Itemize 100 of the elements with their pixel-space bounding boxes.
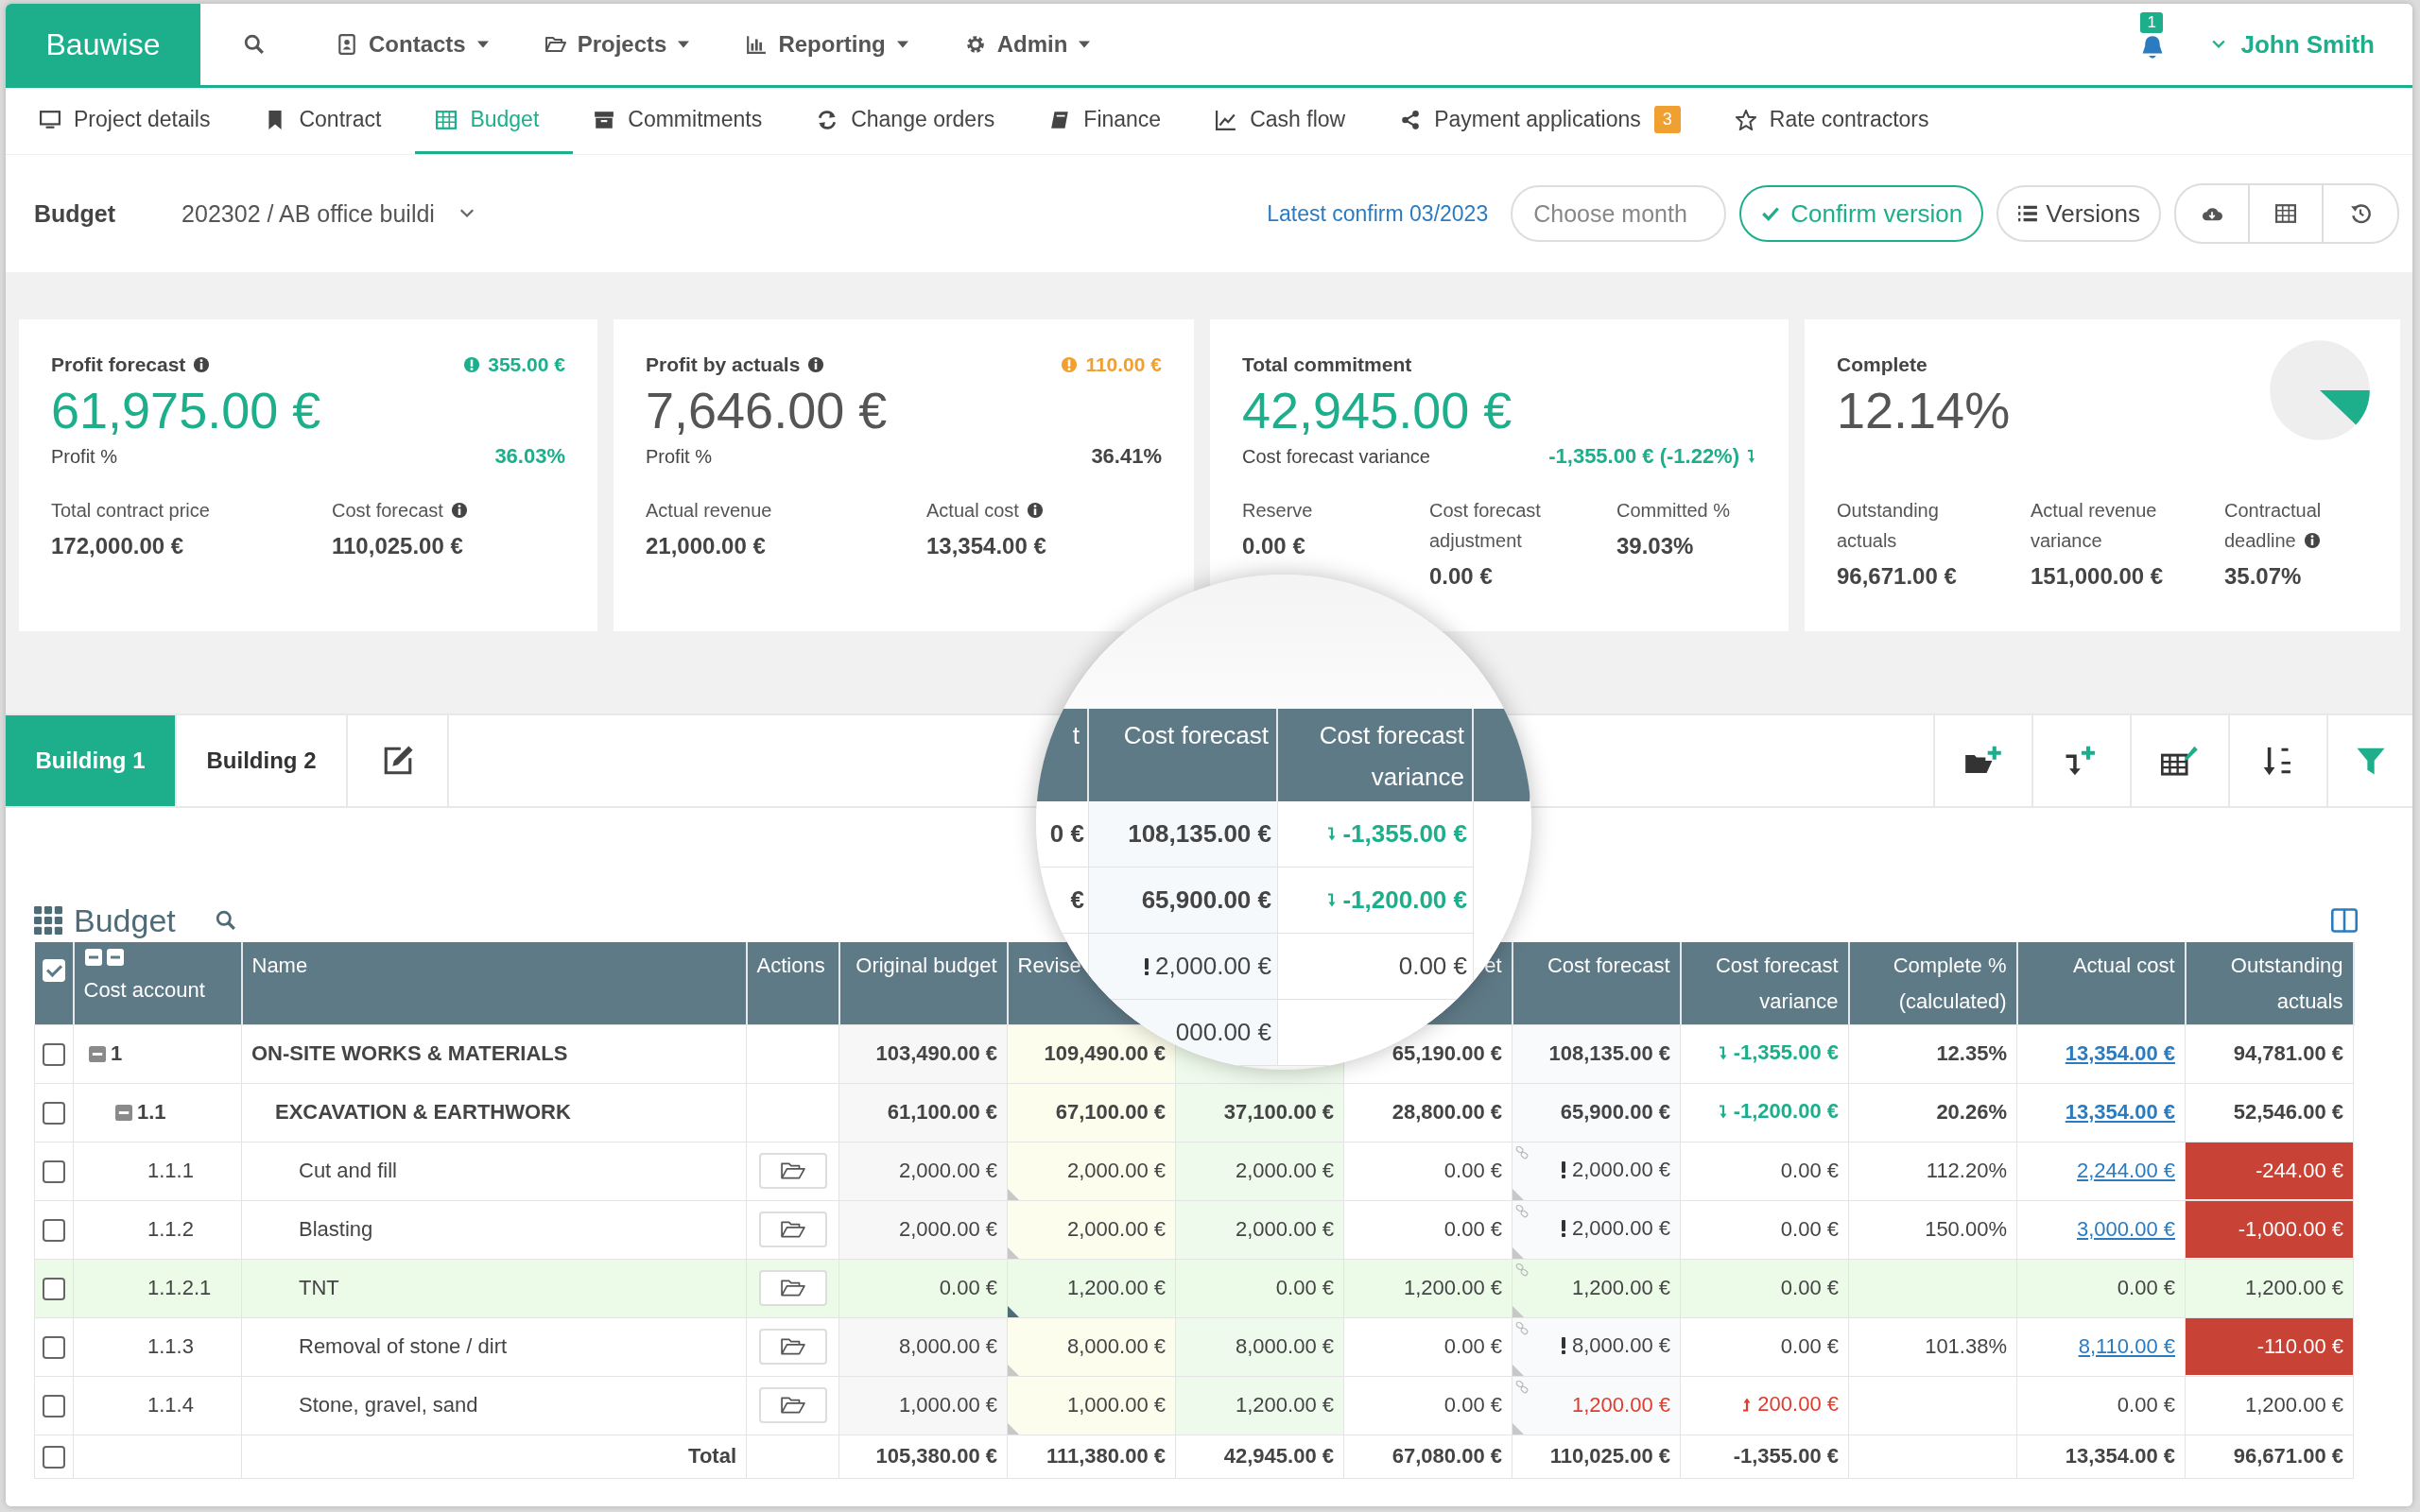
table-cell: 150.00% <box>1925 1217 2007 1241</box>
nav-menu[interactable]: Projects <box>516 31 718 58</box>
table-pencil-icon <box>2161 745 2199 777</box>
folder-button[interactable] <box>758 1270 827 1306</box>
collapse-icon[interactable] <box>89 1044 107 1063</box>
metric-label: Cost forecast adjustment <box>1429 500 1541 551</box>
checkbox[interactable] <box>43 1102 65 1125</box>
table-cell: 108,135.00 € <box>1548 1041 1670 1066</box>
metric-label: Profit % <box>646 445 714 468</box>
page-label: Budget <box>34 199 116 228</box>
folder-button[interactable] <box>758 1329 827 1365</box>
folder-button[interactable] <box>758 1211 827 1247</box>
collapse-icon[interactable] <box>115 1103 133 1122</box>
tab[interactable]: Contract <box>244 88 416 154</box>
metric-label: Actual revenue variance <box>2031 500 2157 551</box>
nav-menu[interactable]: Admin <box>936 31 1119 58</box>
table-cell: 37,100.00 € <box>1223 1100 1334 1124</box>
tab[interactable]: Finance <box>1028 88 1196 154</box>
checkbox[interactable] <box>43 1160 65 1184</box>
table-cell: 2,000.00 € <box>1236 1159 1334 1182</box>
folder-button[interactable] <box>758 1387 827 1423</box>
monitor-icon <box>40 109 60 130</box>
nav-menu[interactable]: Contacts <box>308 31 517 58</box>
table-cell: -1,000.00 € <box>2186 1201 2353 1258</box>
checkbox[interactable] <box>43 1278 65 1301</box>
table-cell: 103,490.00 € <box>875 1041 997 1065</box>
tab[interactable]: Project details <box>19 88 245 154</box>
corner-mark-icon <box>1512 1364 1524 1376</box>
table-cell: 1,200.00 € <box>1067 1276 1166 1299</box>
table-cell: 52,546.00 € <box>2233 1100 2343 1124</box>
tab[interactable]: Rate contractors <box>1714 88 1963 154</box>
table-cell: -1,355.00 € <box>1342 819 1467 849</box>
table-cell: 1.1.4 <box>147 1393 194 1418</box>
checkbox[interactable] <box>43 1336 65 1360</box>
tab[interactable]: Payment applications 3 <box>1379 88 1715 154</box>
folder-button[interactable] <box>758 1153 827 1189</box>
table-cell-text: Removal of stone / dirt <box>298 1334 508 1358</box>
search-icon[interactable] <box>244 34 265 55</box>
metric-label: Profit % <box>51 445 119 468</box>
card-title: Complete <box>1837 353 1927 376</box>
column-header: Original budget <box>856 954 997 977</box>
month-field[interactable]: Choose month <box>1511 185 1727 242</box>
table-cell: 1.1.2.1 <box>147 1276 212 1300</box>
card-title: Profit forecast <box>51 353 186 376</box>
metric-value: 13,354.00 € <box>926 533 1047 559</box>
building-tab[interactable]: Building 2 <box>177 715 348 806</box>
checkbox[interactable] <box>43 1446 65 1469</box>
collapse-all-icon[interactable] <box>83 948 126 967</box>
table-cell: 0 € <box>1049 819 1084 849</box>
checkbox[interactable] <box>43 1395 65 1418</box>
link-icon <box>1515 1145 1529 1160</box>
table-cell: 61,100.00 € <box>887 1100 997 1124</box>
tab[interactable]: Change orders <box>796 88 1029 154</box>
table-cell: 105,380.00 € <box>875 1444 997 1468</box>
table-cell: 200.00 € <box>1757 1392 1839 1418</box>
metric-value: 36.41% <box>1091 444 1162 469</box>
table-cell: 13,354.00 € <box>2065 1444 2175 1468</box>
metric-value: 110,025.00 € <box>332 533 464 559</box>
metric-value: 0.00 € <box>1429 563 1494 590</box>
metric-label: Reserve <box>1242 500 1313 521</box>
table-cell: 67,100.00 € <box>1055 1100 1166 1124</box>
columns-icon[interactable] <box>2331 908 2358 933</box>
table-cell: 0.00 € <box>1443 1159 1502 1182</box>
table-cell: 0.00 € <box>1780 1334 1839 1359</box>
card-title: Total commitment <box>1242 353 1412 376</box>
table-cell: € <box>1070 885 1084 915</box>
column-header: Cost forecast variance <box>1715 954 1839 1013</box>
project-select[interactable]: 202302 / AB office buildi <box>176 198 480 229</box>
search-icon[interactable] <box>215 910 236 931</box>
checkbox[interactable] <box>43 1219 65 1243</box>
corner-mark-icon <box>1512 1246 1524 1259</box>
table-cell: 8,000.00 € <box>899 1334 997 1358</box>
table-cell: 0.00 € <box>1398 952 1467 981</box>
nav-menu[interactable]: Reporting <box>717 31 937 58</box>
table-cell: -1,200.00 € <box>1733 1099 1839 1125</box>
metric-label: Actual revenue <box>646 500 772 521</box>
table-cell: 0.00 € <box>1780 1217 1839 1242</box>
tab[interactable]: Cash flow <box>1195 88 1380 154</box>
versions-button[interactable]: Versions <box>1996 185 2161 242</box>
table-cell: -1,355.00 € <box>1733 1444 1839 1468</box>
table-cell: -1,355.00 € <box>1733 1040 1839 1066</box>
table-cell: 0.00 € <box>2117 1276 2175 1299</box>
checkbox[interactable] <box>43 1043 65 1067</box>
table-cell: 1,200.00 € <box>1572 1276 1670 1300</box>
list-icon <box>2017 203 2039 224</box>
gear-icon <box>964 34 986 55</box>
table-cell: 1,200.00 € <box>1404 1276 1502 1299</box>
folder-icon <box>780 1278 805 1298</box>
metric-value: 96,671.00 € <box>1837 563 1958 590</box>
latest-confirm-link[interactable]: Latest confirm 03/2023 <box>1267 200 1489 227</box>
table-cell: 0.00 € <box>1780 1276 1839 1300</box>
table-cell: 2,000.00 € <box>899 1159 997 1182</box>
folder-icon <box>780 1219 805 1240</box>
column-header: Actions <box>756 954 825 977</box>
table-cell: 1.1.3 <box>147 1334 194 1359</box>
share-icon <box>1400 109 1422 130</box>
table-cell: 0.00 € <box>939 1276 997 1299</box>
tab[interactable]: Commitments <box>573 88 797 154</box>
alert-value: 110.00 € <box>1085 353 1162 376</box>
table-cell: 8,000.00 € <box>1236 1334 1334 1358</box>
